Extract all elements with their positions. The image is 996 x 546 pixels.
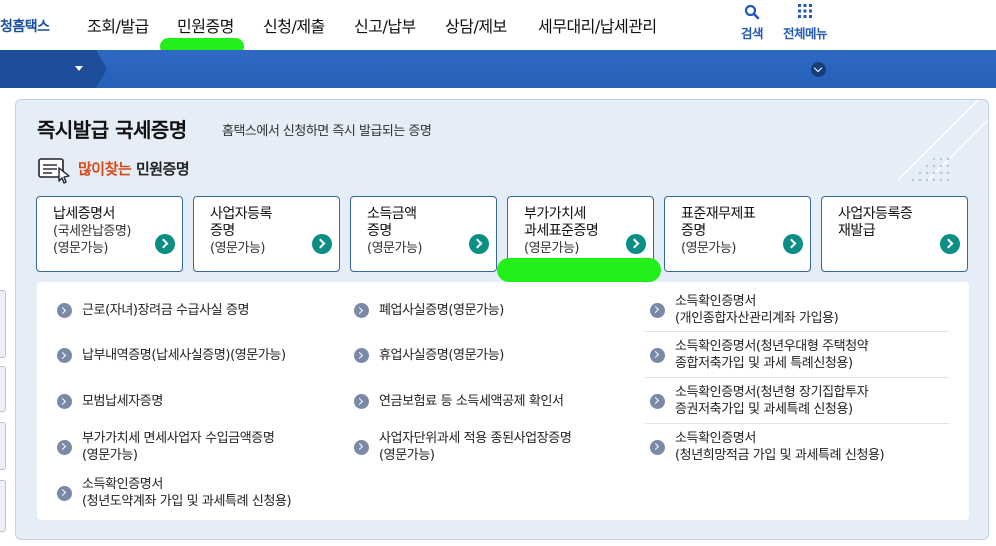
card-label: 사업자등록증 재발급 <box>838 206 913 239</box>
list-item[interactable]: 부가가치세 면세사업자 수입금액증명 (영문가능) <box>57 430 275 464</box>
card-business-registration-certificate[interactable]: 사업자등록 증명 (영문가능) <box>193 196 340 272</box>
card-standard-financial-statement-certificate[interactable]: 표준재무제표 증명 (영문가능) <box>664 196 811 272</box>
side-tab[interactable] <box>0 290 6 358</box>
chevron-right-icon <box>57 348 72 363</box>
divider <box>645 331 949 332</box>
card-tax-payment-certificate[interactable]: 납세증명서 (국세완납증명) (영문가능) <box>36 196 183 272</box>
card-label: 사업자등록 증명 (영문가능) <box>210 206 272 256</box>
list-item[interactable]: 모범납세자증명 <box>57 393 163 410</box>
card-label: 소득금액 증명 (영문가능) <box>367 206 422 256</box>
list-item[interactable]: 폐업사실증명(영문가능) <box>354 302 504 319</box>
list-item[interactable]: 소득확인증명서(청년형 장기집합투자 증권저축가입 및 과세특례 신청용) <box>650 384 869 418</box>
breadcrumb-arrow-shape <box>96 50 107 88</box>
card-label: 납세증명서 (국세완납증명) (영문가능) <box>53 206 131 256</box>
chevron-down-icon[interactable] <box>811 62 826 77</box>
nav-menu-consultation[interactable]: 상담/제보 <box>445 13 507 37</box>
brand-logo-text[interactable]: 청홈택스 <box>0 16 50 36</box>
grid-menu-icon <box>783 4 827 21</box>
side-tab[interactable] <box>0 366 6 412</box>
chevron-right-icon <box>650 302 665 318</box>
highlight-mark <box>497 258 661 282</box>
breadcrumb-selector[interactable] <box>0 50 96 88</box>
document-pointer-icon <box>38 158 70 184</box>
nav-menu-filing[interactable]: 신고/납부 <box>354 13 416 37</box>
nav-menu-tax-agent[interactable]: 세무대리/납세관리 <box>538 13 657 37</box>
page-title: 즉시발급 국세증명 <box>37 118 187 142</box>
card-label: 부가가치세 과세표준증명 (영문가능) <box>524 206 599 256</box>
caret-down-icon <box>75 66 83 71</box>
nav-menu-certificates[interactable]: 민원증명 <box>177 13 234 37</box>
list-item[interactable]: 소득확인증명서 (개인종합자산관리계좌 가입용) <box>650 293 839 327</box>
search-label: 검색 <box>740 26 764 41</box>
card-business-registration-reissue[interactable]: 사업자등록증 재발급 <box>821 196 968 272</box>
decorative-dots <box>911 157 950 182</box>
chevron-right-icon <box>354 394 369 409</box>
search-icon <box>730 4 774 21</box>
instant-certificates-panel: 즉시발급 국세증명 홈택스에서 신청하면 즉시 발급되는 증명 많이찾는 민원증… <box>15 99 989 540</box>
list-item[interactable]: 납부내역증명(납세사실증명)(영문가능) <box>57 347 286 364</box>
list-item[interactable]: 소득확인증명서 (청년희망적금 가입 및 과세특례 신청용) <box>650 430 885 464</box>
top-navigation: 청홈택스 조회/발급 민원증명 신청/제출 신고/납부 상담/제보 세무대리/납… <box>0 0 996 50</box>
popular-heading-rest: 민원증명 <box>135 160 190 178</box>
chevron-right-icon <box>354 303 369 318</box>
nav-menu-application[interactable]: 신청/제출 <box>263 13 325 37</box>
breadcrumb-bar <box>0 50 996 88</box>
list-item[interactable]: 연금보험료 등 소득세액공제 확인서 <box>354 393 564 410</box>
chevron-right-icon[interactable] <box>155 234 175 254</box>
chevron-right-icon[interactable] <box>783 234 803 254</box>
card-income-amount-certificate[interactable]: 소득금액 증명 (영문가능) <box>350 196 497 272</box>
chevron-right-icon <box>57 394 72 409</box>
chevron-right-icon[interactable] <box>312 234 332 254</box>
card-label: 표준재무제표 증명 (영문가능) <box>681 206 756 256</box>
list-item[interactable]: 사업자단위과세 적용 종된사업장증명 (영문가능) <box>354 430 572 464</box>
chevron-right-icon[interactable] <box>469 234 489 254</box>
full-menu-label: 전체메뉴 <box>783 26 828 41</box>
popular-heading-accent: 많이찾는 <box>78 160 132 178</box>
list-item[interactable]: 휴업사실증명(영문가능) <box>354 347 504 364</box>
chevron-right-icon <box>57 303 72 318</box>
chevron-right-icon <box>650 347 665 363</box>
chevron-right-icon <box>57 439 72 455</box>
chevron-right-icon <box>650 393 665 409</box>
chevron-right-icon[interactable] <box>626 234 646 254</box>
chevron-right-icon <box>650 439 665 455</box>
list-item[interactable]: 소득확인증명서 (청년도약계좌 가입 및 과세특례 신청용) <box>57 476 292 510</box>
divider <box>645 377 949 378</box>
popular-heading: 많이찾는 민원증명 <box>78 158 190 179</box>
certificate-list: 근로(자녀)장려금 수급사실 증명 폐업사실증명(영문가능) 소득확인증명서 (개… <box>37 282 969 520</box>
list-item[interactable]: 근로(자녀)장려금 수급사실 증명 <box>57 302 249 319</box>
chevron-right-icon <box>354 348 369 363</box>
chevron-right-icon[interactable] <box>940 234 960 254</box>
decorative-lines <box>897 100 988 180</box>
page-subtitle: 홈택스에서 신청하면 즉시 발급되는 증명 <box>222 124 432 139</box>
nav-menu-inquiry[interactable]: 조회/발급 <box>87 13 149 37</box>
divider <box>645 423 949 424</box>
full-menu-button[interactable]: 전체메뉴 <box>783 4 828 42</box>
side-tab[interactable] <box>0 422 6 470</box>
search-button[interactable]: 검색 <box>730 4 774 42</box>
list-item[interactable]: 소득확인증명서(청년우대형 주택청약 종합저축가입 및 과세 특례신청용) <box>650 338 869 372</box>
chevron-right-icon <box>354 439 369 455</box>
side-tab[interactable] <box>0 480 6 532</box>
chevron-right-icon <box>57 485 72 501</box>
